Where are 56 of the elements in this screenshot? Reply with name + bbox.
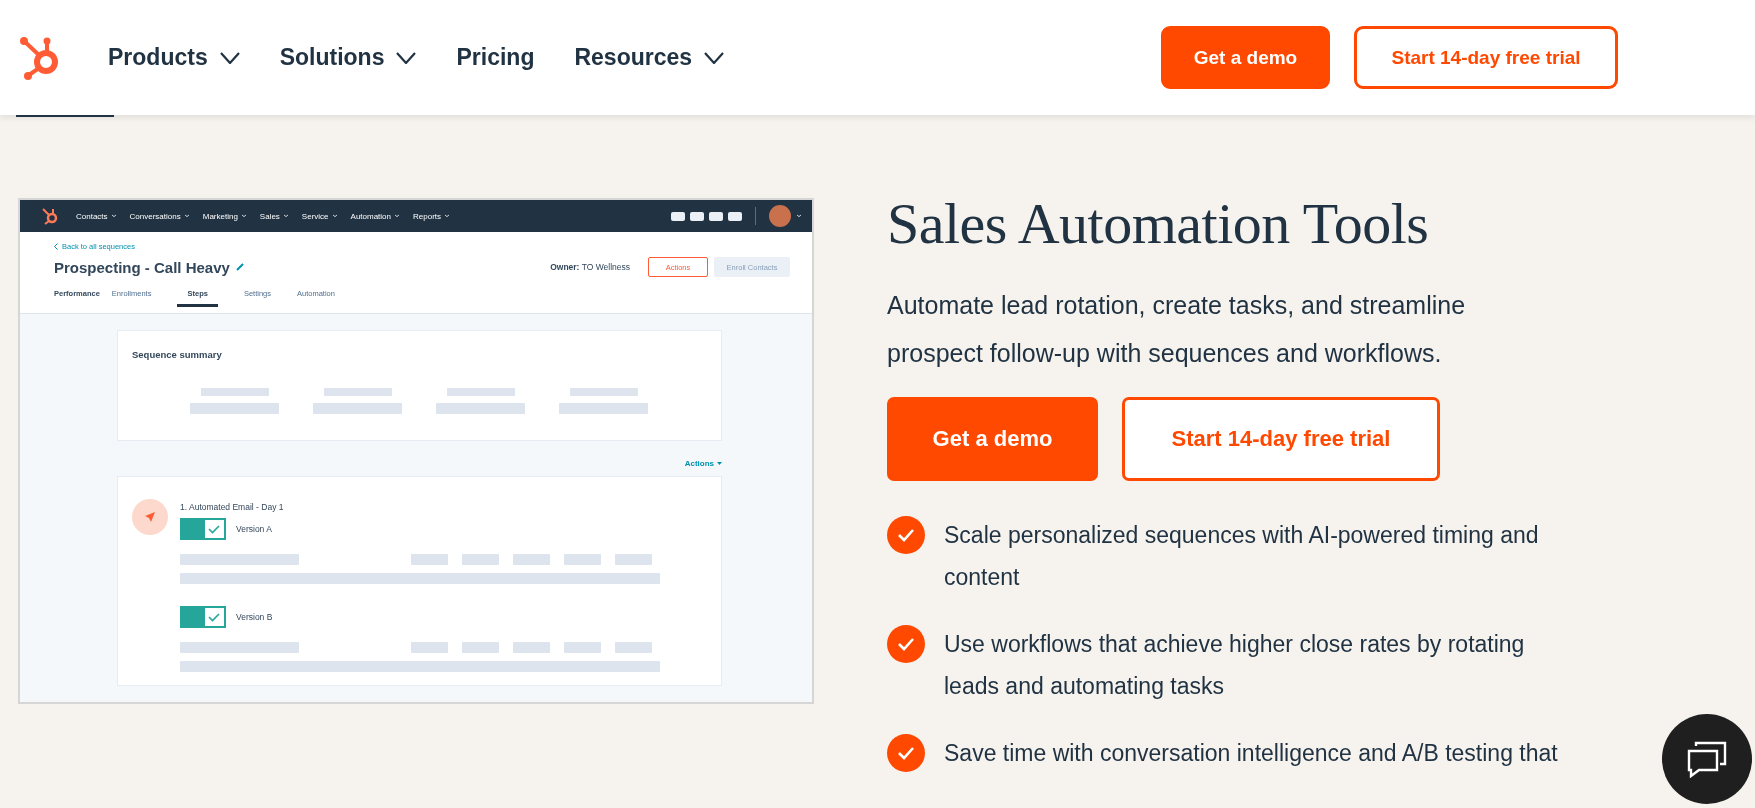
nav-link[interactable]: Reports (413, 211, 442, 221)
skeleton-bar (446, 388, 515, 396)
toolbar-placeholder-icon[interactable] (690, 211, 704, 221)
send-icon (144, 511, 156, 523)
page-heading: Sales Automation Tools (887, 190, 1430, 258)
nav-link[interactable]: Contacts (76, 211, 108, 221)
nav-link[interactable]: Conversations (129, 211, 181, 221)
nav-link[interactable]: Sales (259, 211, 280, 221)
nav-link[interactable]: Automation (350, 211, 391, 221)
skeleton-bar (615, 642, 652, 653)
check-circle-icon (887, 734, 925, 772)
toolbar-placeholder-icon[interactable] (709, 211, 723, 221)
version-label: Version B (236, 612, 273, 622)
skeleton-bar (615, 554, 652, 565)
skeleton-bar (323, 388, 392, 396)
skeleton-bar (569, 388, 638, 396)
skeleton-bar (411, 642, 448, 653)
nav-link[interactable]: Pricing (456, 44, 535, 71)
check-circle-icon (887, 625, 925, 663)
nav-link[interactable]: Products (108, 44, 208, 71)
skeleton-bar (564, 642, 601, 653)
step-title: 1. Automated Email - Day 1 (180, 502, 285, 512)
nav-link[interactable]: Resources (574, 44, 693, 71)
avatar[interactable] (769, 205, 791, 227)
skeleton-bar (513, 554, 550, 565)
toolbar-placeholder-icon[interactable] (671, 211, 685, 221)
sequence-title: Prospecting - Call Heavy (54, 258, 230, 276)
actions-link[interactable]: Actions (684, 459, 714, 468)
toggle-switch[interactable] (180, 518, 226, 540)
chat-icon (1686, 740, 1728, 778)
skeleton-bar (462, 554, 499, 565)
card-title: Sequence summary (132, 349, 223, 360)
check-circle-icon (887, 516, 925, 554)
feature-text: Use workflows that achieve higher close rates by rotating leads and automating tasks (944, 630, 1526, 701)
feature-text: Scale personalized sequences with AI-powered timing and content (944, 521, 1540, 592)
skeleton-bar (513, 642, 550, 653)
chevron-left-icon (54, 243, 58, 250)
pencil-icon (235, 263, 244, 271)
skeleton-bar (564, 554, 601, 565)
feature-text: Save time with conversation intelligence and A/B testing that (944, 739, 1559, 768)
toggle-switch[interactable] (180, 606, 226, 628)
skeleton-bar (462, 642, 499, 653)
version-label: Version A (236, 524, 272, 534)
check-icon (208, 524, 221, 534)
skeleton-bar (411, 554, 448, 565)
nav-link[interactable]: Solutions (279, 44, 385, 71)
nav-link[interactable]: Service (301, 211, 329, 221)
skeleton-bar (200, 388, 269, 396)
nav-link[interactable]: Marketing (202, 211, 238, 221)
caret-down-icon (717, 462, 722, 465)
logo-icon (40, 206, 60, 226)
owner-label: Owner: TO Wellness (550, 262, 630, 272)
page-description: Automate lead rotation, create tasks, and streamline prospect follow-up with sequences and workflows. (887, 290, 1467, 369)
chevron-down-icon (796, 214, 802, 218)
check-icon (208, 612, 221, 622)
toolbar-placeholder-icon[interactable] (728, 211, 742, 221)
